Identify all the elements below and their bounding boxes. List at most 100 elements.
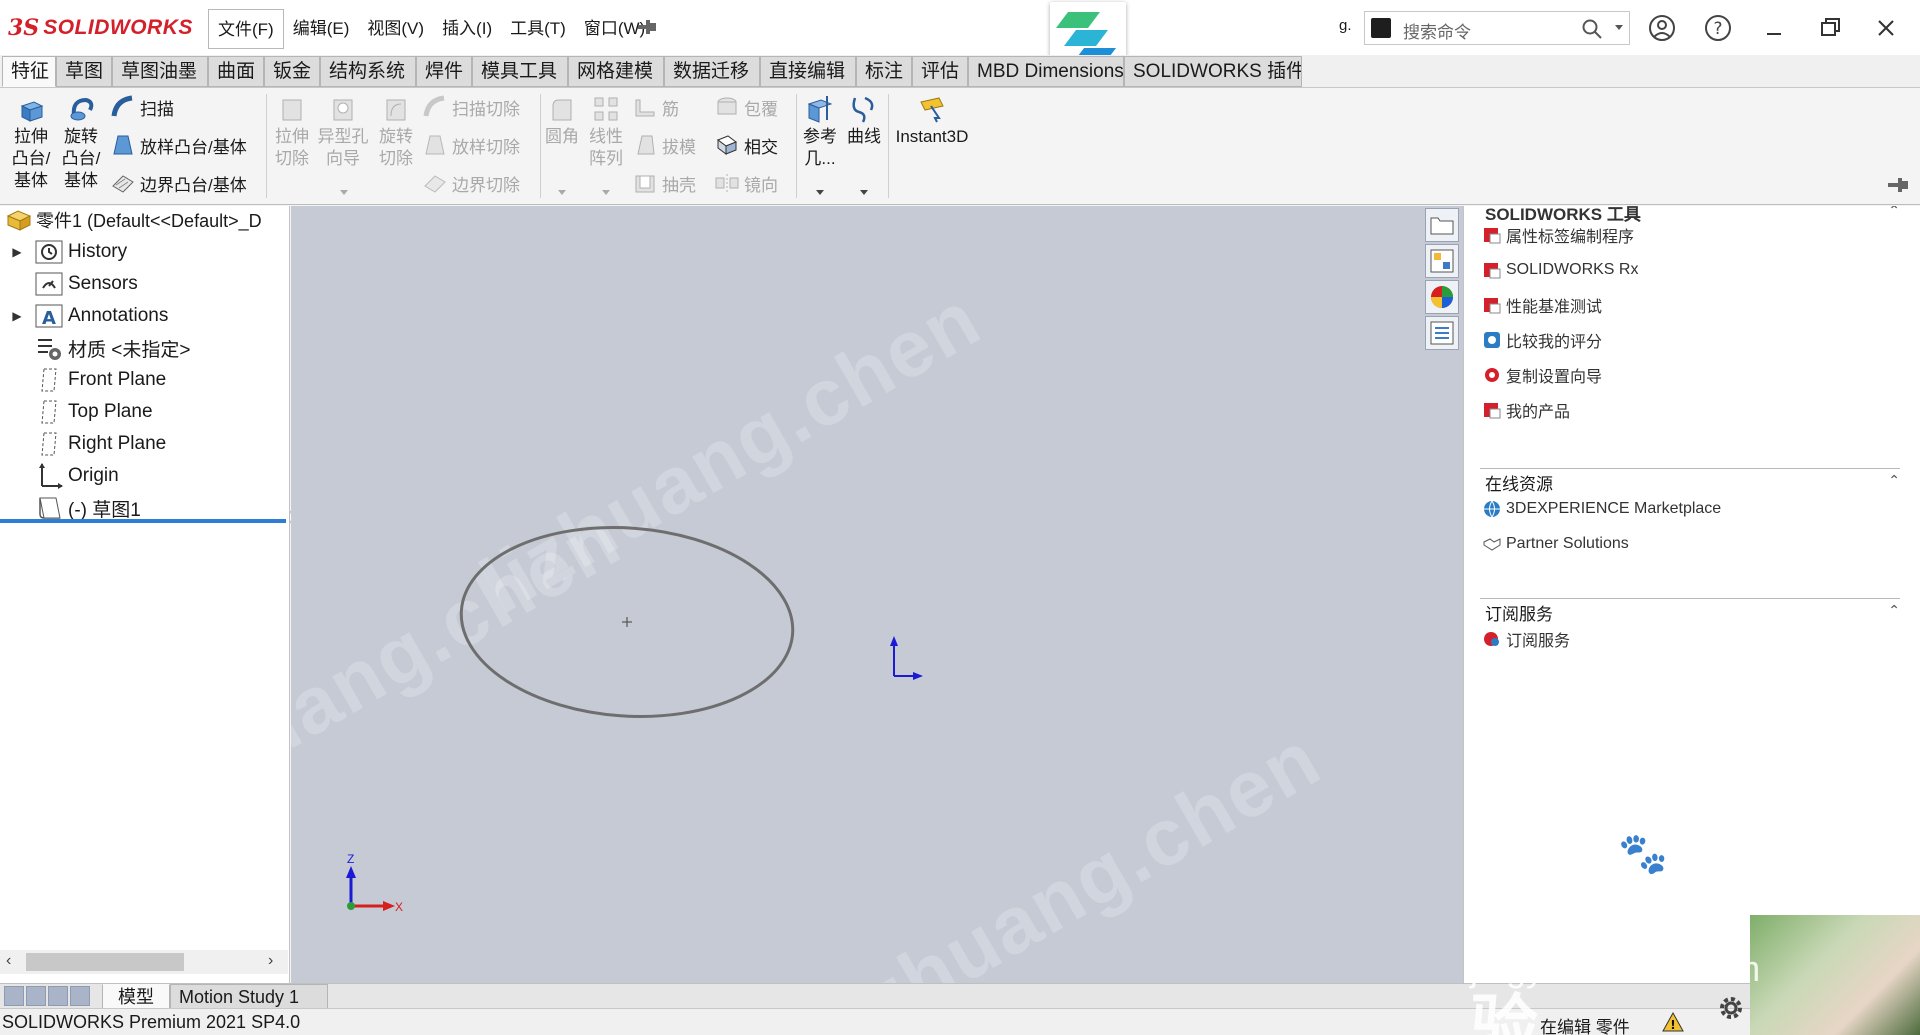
linear-pattern-button[interactable]: 线性 阵列 bbox=[584, 94, 628, 170]
fillet-dropdown-icon[interactable] bbox=[558, 190, 566, 195]
revolved-boss-button[interactable]: 旋转 凸台/ 基体 bbox=[58, 94, 104, 192]
lofted-cut-button[interactable]: 放样切除 bbox=[422, 132, 520, 158]
tab-solidworks-resources[interactable] bbox=[1425, 208, 1459, 242]
expand-arrow-icon[interactable]: ▶ bbox=[0, 245, 34, 259]
tab-sheet-metal[interactable]: 钣金 bbox=[264, 56, 320, 87]
tree-item-right-plane[interactable]: Right Plane bbox=[0, 428, 166, 460]
tab-mbd-dimensions[interactable]: MBD Dimensions bbox=[968, 56, 1124, 87]
pattern-dropdown-icon[interactable] bbox=[602, 190, 610, 195]
tree-item-front-plane[interactable]: Front Plane bbox=[0, 364, 166, 396]
close-icon[interactable] bbox=[1870, 12, 1902, 44]
link-partner-solutions[interactable]: Partner Solutions bbox=[1482, 531, 1629, 557]
collapse-online-icon[interactable]: ⌃ bbox=[1888, 472, 1900, 489]
user-account-icon[interactable] bbox=[1646, 12, 1678, 44]
extruded-cut-button[interactable]: 拉伸 切除 bbox=[270, 94, 314, 170]
curves-dropdown-icon[interactable] bbox=[860, 190, 868, 195]
last-tab-icon[interactable] bbox=[70, 986, 90, 1006]
link-subscription-services[interactable]: 订阅服务 bbox=[1482, 626, 1570, 652]
curves-button[interactable]: 曲线 bbox=[844, 94, 884, 148]
shell-button[interactable]: 抽壳 bbox=[632, 170, 696, 196]
tab-features[interactable]: 特征 bbox=[2, 56, 56, 87]
tab-motion-study-1[interactable]: Motion Study 1 bbox=[170, 984, 328, 1009]
tab-solidworks-addins[interactable]: SOLIDWORKS 插件 bbox=[1124, 56, 1302, 87]
tool-performance-benchmark[interactable]: 性能基准测试 bbox=[1482, 292, 1602, 318]
sketch-canvas[interactable] bbox=[291, 206, 1421, 983]
search-commands-input[interactable]: 搜索命令 bbox=[1364, 11, 1630, 45]
menu-file[interactable]: 文件(F) bbox=[208, 9, 284, 49]
tool-solidworks-rx[interactable]: SOLIDWORKS Rx bbox=[1482, 257, 1638, 283]
tab-markup[interactable]: 标注 bbox=[856, 56, 912, 87]
tab-data-migration[interactable]: 数据迁移 bbox=[664, 56, 760, 87]
swept-cut-button[interactable]: 扫描切除 bbox=[422, 94, 520, 120]
hole-wizard-dropdown-icon[interactable] bbox=[340, 190, 348, 195]
instant3d-button[interactable]: Instant3D bbox=[892, 94, 972, 148]
rib-button[interactable]: 筋 bbox=[632, 94, 679, 120]
recent-documents-icon[interactable]: g. bbox=[1339, 17, 1352, 34]
tree-root-part[interactable]: 零件1 (Default<<Default>_D bbox=[6, 206, 262, 234]
tree-item-annotations[interactable]: ▶ A Annotations bbox=[0, 300, 168, 332]
menu-edit[interactable]: 编辑(E) bbox=[284, 9, 359, 49]
rebuild-warning-icon[interactable]: ! bbox=[1662, 1012, 1684, 1032]
tree-horizontal-scrollbar[interactable]: ‹ › bbox=[0, 950, 288, 974]
boundary-boss-button[interactable]: 边界凸台/基体 bbox=[110, 170, 247, 196]
revolved-cut-button[interactable]: 旋转 切除 bbox=[374, 94, 418, 170]
mirror-button[interactable]: 镜向 bbox=[714, 170, 778, 196]
menu-tools[interactable]: 工具(T) bbox=[501, 9, 575, 49]
scroll-right-icon[interactable]: › bbox=[268, 952, 273, 970]
tool-my-products[interactable]: 我的产品 bbox=[1482, 397, 1570, 423]
prev-tab-icon[interactable] bbox=[26, 986, 46, 1006]
tool-copy-settings-wizard[interactable]: 复制设置向导 bbox=[1482, 362, 1602, 388]
tree-item-material[interactable]: 材质 <未指定> bbox=[0, 332, 190, 364]
pin-ribbon-icon[interactable] bbox=[1886, 176, 1910, 194]
tree-item-top-plane[interactable]: Top Plane bbox=[0, 396, 153, 428]
link-3dexperience-marketplace[interactable]: 3DEXPERIENCE Marketplace bbox=[1482, 496, 1721, 522]
draft-button[interactable]: 拔模 bbox=[632, 132, 696, 158]
menu-insert[interactable]: 插入(I) bbox=[433, 9, 501, 49]
boundary-cut-button[interactable]: 边界切除 bbox=[422, 170, 520, 196]
pin-menu-icon[interactable] bbox=[636, 18, 658, 36]
tab-weldments[interactable]: 焊件 bbox=[416, 56, 472, 87]
wrap-button[interactable]: 包覆 bbox=[714, 94, 778, 120]
tab-sketch[interactable]: 草图 bbox=[56, 56, 112, 87]
tab-mesh-modeling[interactable]: 网格建模 bbox=[568, 56, 664, 87]
tree-item-origin[interactable]: Origin bbox=[0, 460, 119, 492]
first-tab-icon[interactable] bbox=[4, 986, 24, 1006]
scroll-left-icon[interactable]: ‹ bbox=[6, 952, 11, 970]
reference-geometry-button[interactable]: 参考 几... bbox=[800, 94, 840, 170]
tab-direct-editing[interactable]: 直接编辑 bbox=[760, 56, 856, 87]
swept-boss-button[interactable]: 扫描 bbox=[110, 94, 174, 120]
tree-item-sensors[interactable]: Sensors bbox=[0, 268, 138, 300]
solidworks-logo[interactable]: 3S SOLIDWORKS bbox=[8, 12, 193, 44]
tab-appearances[interactable] bbox=[1425, 280, 1459, 314]
tab-evaluate[interactable]: 评估 bbox=[912, 56, 968, 87]
restore-icon[interactable] bbox=[1814, 12, 1846, 44]
next-tab-icon[interactable] bbox=[48, 986, 68, 1006]
scrollbar-thumb[interactable] bbox=[26, 953, 184, 971]
tab-surfaces[interactable]: 曲面 bbox=[208, 56, 264, 87]
tree-rollback-bar[interactable] bbox=[0, 519, 286, 523]
tree-item-history[interactable]: ▶ History bbox=[0, 236, 127, 268]
tab-mold-tools[interactable]: 模具工具 bbox=[472, 56, 568, 87]
tool-property-tab-builder[interactable]: 属性标签编制程序 bbox=[1482, 222, 1634, 248]
tab-design-library[interactable] bbox=[1425, 244, 1459, 278]
tool-compare-my-score[interactable]: 比较我的评分 bbox=[1482, 327, 1602, 353]
tab-structure-system[interactable]: 结构系统 bbox=[320, 56, 416, 87]
collapse-tools-icon[interactable]: ⌃ bbox=[1888, 206, 1900, 219]
tab-model[interactable]: 模型 bbox=[102, 984, 170, 1009]
hole-wizard-button[interactable]: 异型孔 向导 bbox=[316, 94, 370, 170]
help-icon[interactable]: ? bbox=[1702, 12, 1734, 44]
lofted-boss-button[interactable]: 放样凸台/基体 bbox=[110, 132, 247, 158]
minimize-icon[interactable] bbox=[1758, 12, 1790, 44]
fillet-button[interactable]: 圆角 bbox=[544, 94, 580, 148]
extruded-boss-button[interactable]: 拉伸 凸台/ 基体 bbox=[8, 94, 54, 192]
reference-geometry-dropdown-icon[interactable] bbox=[816, 190, 824, 195]
expand-arrow-icon[interactable]: ▶ bbox=[0, 309, 34, 323]
settings-gear-icon[interactable] bbox=[1716, 993, 1746, 1023]
graphics-viewport[interactable]: lizhuang.chen lizhuang.chen lizhuang.che… bbox=[291, 206, 1421, 983]
search-icon[interactable] bbox=[1581, 18, 1603, 40]
intersect-button[interactable]: 相交 bbox=[714, 132, 778, 158]
collapse-subscription-icon[interactable]: ⌃ bbox=[1888, 602, 1900, 619]
tab-sketch-ink[interactable]: 草图油墨 bbox=[112, 56, 208, 87]
tab-custom-properties[interactable] bbox=[1425, 316, 1459, 350]
menu-view[interactable]: 视图(V) bbox=[358, 9, 433, 49]
